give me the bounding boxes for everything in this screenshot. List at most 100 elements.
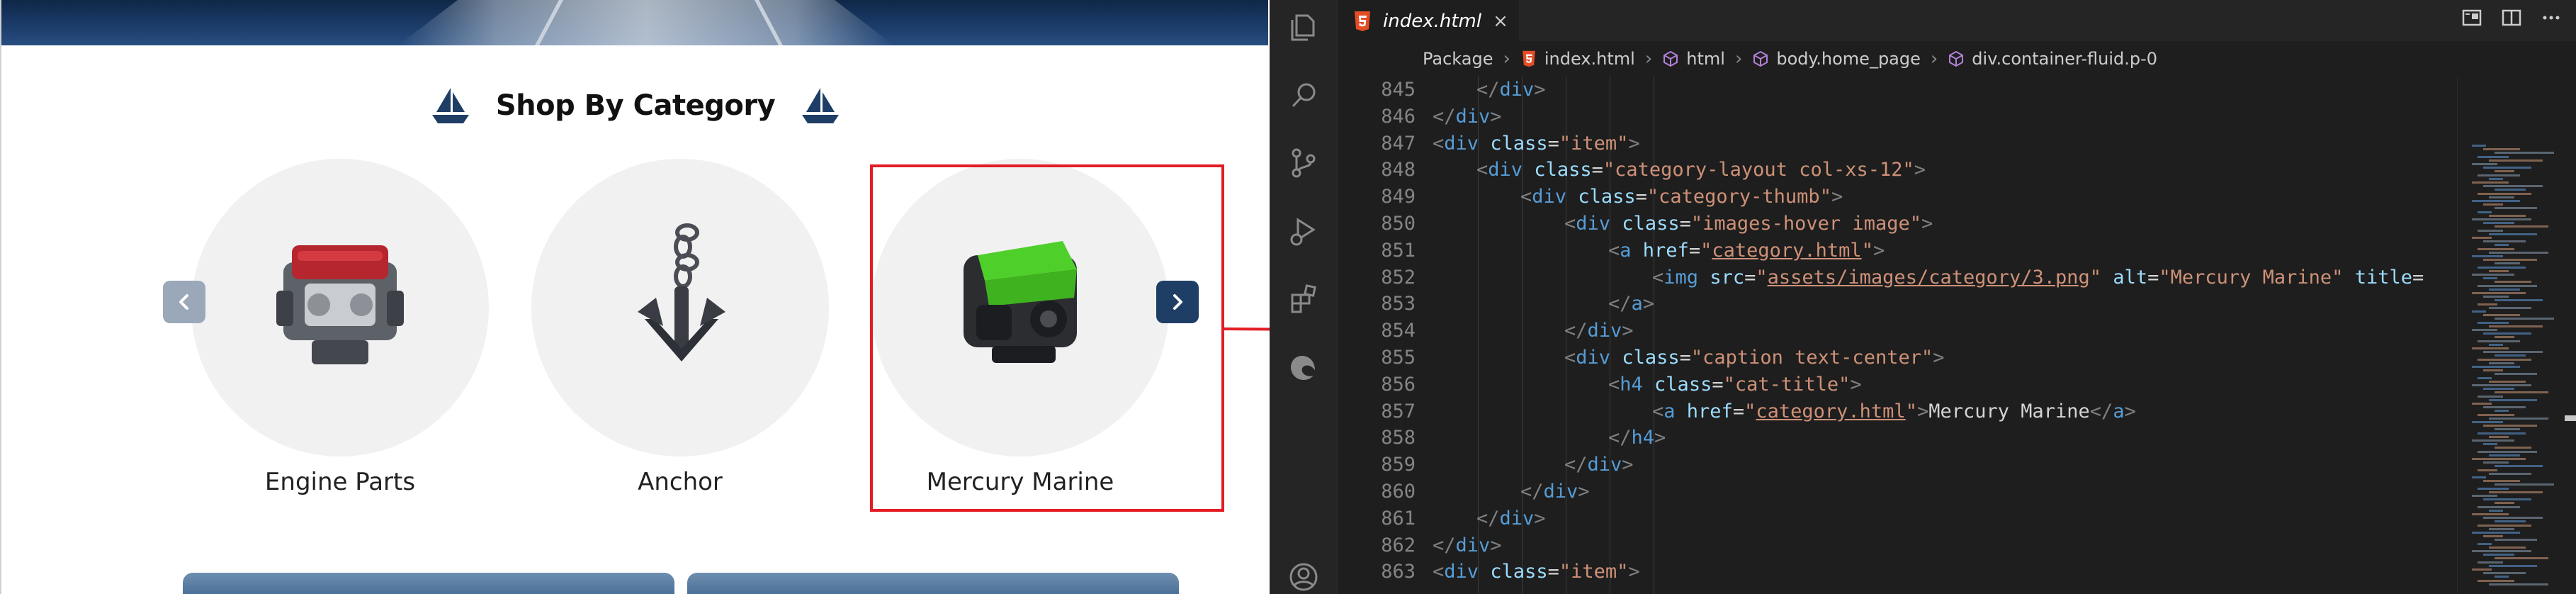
code-token: "category-thumb"	[1646, 186, 1831, 208]
minimap-line	[2489, 288, 2520, 291]
code-line[interactable]: </div>	[1433, 103, 2424, 130]
code-token: </	[1608, 427, 1632, 449]
carousel-prev-button[interactable]	[163, 281, 205, 323]
anchor-image[interactable]	[595, 213, 765, 383]
promo-banner[interactable]	[183, 573, 674, 594]
breadcrumb-item[interactable]: html	[1662, 49, 1725, 69]
breadcrumb-item[interactable]: div.container-fluid.p-0	[1948, 49, 2157, 69]
code-line[interactable]: <div class="item">	[1433, 559, 2424, 585]
minimap-line	[2483, 148, 2520, 151]
code-line[interactable]: </div>	[1433, 478, 2424, 505]
tab-index-html[interactable]: index.html ×	[1338, 0, 1519, 41]
code-line[interactable]: <div class="caption text-center">	[1433, 344, 2424, 371]
code-token: "Mercury Marine"	[2159, 266, 2344, 288]
code-token: <	[1608, 239, 1620, 262]
code-token: </	[1476, 507, 1500, 529]
code-token: category.html	[1756, 400, 1906, 422]
code-token: >	[1872, 239, 1885, 262]
minimap-line	[2483, 203, 2503, 206]
run-debug-icon[interactable]	[1287, 214, 1321, 248]
chevron-left-icon	[179, 294, 188, 310]
line-number: 855	[1381, 347, 1416, 369]
code-token: >	[1578, 480, 1590, 503]
minimap-line	[2489, 398, 2537, 401]
category-title[interactable]: Anchor	[531, 468, 829, 496]
minimap-line	[2483, 443, 2497, 446]
code-token: div	[1488, 159, 1523, 181]
minimap-line	[2483, 572, 2526, 575]
promo-banner[interactable]	[687, 573, 1179, 594]
minimap-line	[2495, 354, 2526, 357]
code-line[interactable]: </div>	[1433, 77, 2424, 103]
scrollbar-thumb[interactable]	[2565, 415, 2576, 421]
code-line[interactable]: </div>	[1433, 318, 2424, 344]
code-token: div	[1444, 561, 1479, 583]
engine-parts-image[interactable]	[255, 213, 425, 383]
minimap-line	[2478, 155, 2509, 158]
code-token: "images-hover image"	[1690, 212, 1921, 235]
code-line[interactable]: </div>	[1433, 452, 2424, 478]
breadcrumb-item[interactable]: Package	[1423, 49, 1493, 69]
category-card[interactable]: Engine Parts	[191, 156, 489, 510]
explorer-icon[interactable]	[1287, 10, 1321, 44]
minimap-line	[2472, 421, 2503, 423]
code-line[interactable]: <img src="assets/images/category/3.png" …	[1433, 264, 2424, 291]
code-line[interactable]: <div class="category-layout col-xs-12">	[1433, 157, 2424, 184]
tab-label: index.html	[1383, 11, 1482, 32]
code-token: "	[2089, 266, 2102, 288]
chevron-right-icon: ›	[1644, 48, 1653, 69]
more-actions-icon[interactable]	[2541, 7, 2562, 28]
code-content[interactable]: </div> </div> <div class="item"> <div class…	[1433, 77, 2424, 594]
code-token: "category-layout col-xs-12"	[1603, 159, 1914, 181]
minimap-line	[2472, 181, 2509, 184]
minimap-line	[2472, 145, 2486, 147]
code-token: =	[1635, 186, 1647, 208]
minimap-line	[2478, 303, 2497, 306]
html5-icon	[1523, 50, 1535, 67]
minimap[interactable]	[2457, 77, 2576, 594]
minimap-line	[2472, 439, 2514, 442]
code-token: >	[1490, 105, 1502, 128]
minimap-line	[2478, 487, 2509, 490]
minimap-line	[2472, 218, 2531, 220]
tab-close-button[interactable]: ×	[1493, 11, 1508, 32]
minimap-line	[2489, 380, 2526, 383]
code-token: div	[1543, 480, 1578, 503]
breadcrumb-item[interactable]: body.home_page	[1752, 49, 1921, 69]
code-line[interactable]: <a href="category.html">Mercury Marine</…	[1433, 398, 2424, 425]
account-icon[interactable]	[1287, 560, 1321, 594]
code-line[interactable]: </div>	[1433, 505, 2424, 532]
code-line[interactable]: </h4>	[1433, 425, 2424, 452]
code-line[interactable]: </div>	[1433, 532, 2424, 559]
carousel-next-button[interactable]	[1156, 281, 1199, 323]
code-editor[interactable]: 845 846 847 848 849 850 851 852 853 854 855 856 857 8…	[1338, 77, 2457, 594]
edge-icon[interactable]	[1287, 350, 1321, 384]
minimap-line	[2478, 395, 2503, 398]
code-line[interactable]: <h4 class="cat-title">	[1433, 371, 2424, 398]
line-number: 850	[1381, 213, 1416, 235]
code-line[interactable]: <div class="category-thumb">	[1433, 184, 2424, 211]
minimap-line	[2495, 318, 2554, 320]
code-token: >	[1914, 159, 1926, 181]
breadcrumb-item[interactable]: index.html	[1520, 49, 1635, 69]
code-line[interactable]: <a href="category.html">	[1433, 237, 2424, 264]
open-preview-icon[interactable]	[2461, 7, 2482, 28]
source-control-icon[interactable]	[1287, 146, 1321, 180]
code-token: >	[1850, 373, 1862, 396]
cube-icon	[1663, 50, 1678, 67]
code-line[interactable]: <div class="images-hover image">	[1433, 211, 2424, 237]
extensions-icon[interactable]	[1287, 282, 1321, 316]
code-line[interactable]: <div class="item">	[1433, 130, 2424, 157]
chevron-right-icon: ›	[1503, 48, 1510, 69]
code-line[interactable]: </a>	[1433, 291, 2424, 318]
search-icon[interactable]	[1287, 78, 1321, 112]
category-title[interactable]: Engine Parts	[191, 468, 489, 496]
minimap-line	[2478, 413, 2514, 416]
code-token: >	[1534, 79, 1546, 101]
minimap-line	[2489, 435, 2509, 438]
minimap-line	[2483, 167, 2531, 169]
split-editor-icon[interactable]	[2501, 7, 2522, 28]
minimap-line	[2489, 564, 2537, 567]
category-card[interactable]: Anchor	[531, 156, 829, 510]
